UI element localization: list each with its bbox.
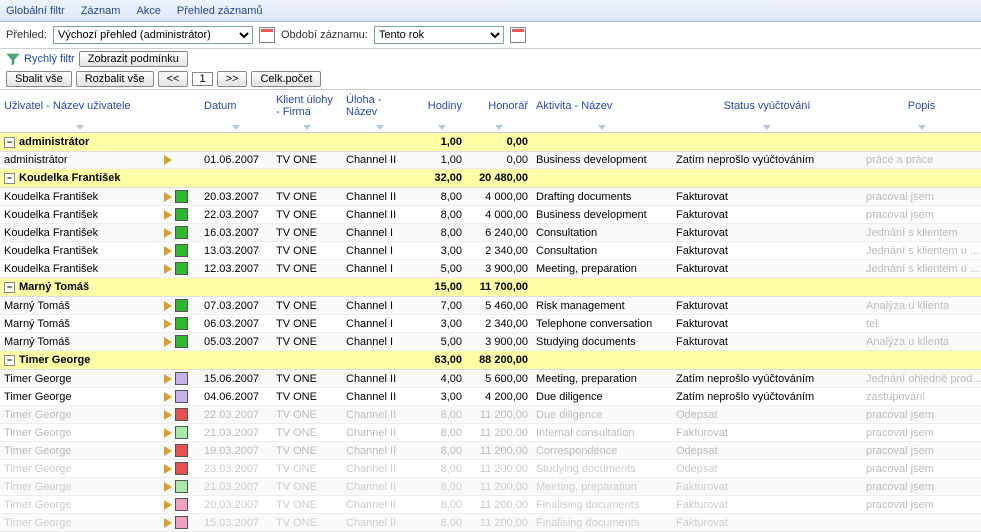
table-row[interactable]: Timer George 21.03.2007 TV ONE Channel I…: [0, 424, 981, 442]
menubar: Globální filtr Záznam Akce Přehled zázna…: [0, 0, 981, 22]
status-square-icon: [175, 498, 188, 511]
arrow-icon: [164, 518, 172, 528]
table-row[interactable]: Marný Tomáš 05.03.2007 TV ONE Channel I …: [0, 333, 981, 351]
arrow-icon: [164, 319, 172, 329]
menu-item[interactable]: Akce: [136, 5, 160, 17]
arrow-icon: [164, 446, 172, 456]
status-square-icon: [175, 462, 188, 475]
total-count-button[interactable]: Celk.počet: [251, 71, 321, 87]
collapse-icon[interactable]: −: [4, 173, 15, 184]
arrow-icon: [164, 301, 172, 311]
status-square-icon: [175, 262, 188, 275]
arrow-icon: [164, 374, 172, 384]
config-icon[interactable]: [259, 27, 275, 43]
status-square-icon: [175, 208, 188, 221]
toolbar-view: Přehled: Výchozí přehled (administrátor)…: [0, 22, 981, 49]
col-icons[interactable]: [160, 90, 200, 133]
records-table: Uživatel - Název uživatele Datum Klient …: [0, 90, 981, 532]
status-square-icon: [175, 372, 188, 385]
page-number: 1: [192, 72, 212, 86]
col-user[interactable]: Uživatel - Název uživatele: [0, 90, 160, 133]
status-square-icon: [175, 480, 188, 493]
status-square-icon: [175, 335, 188, 348]
group-row[interactable]: −Koudelka František32,0020 480,00: [0, 169, 981, 188]
status-square-icon: [175, 408, 188, 421]
table-row[interactable]: Marný Tomáš 06.03.2007 TV ONE Channel I …: [0, 315, 981, 333]
table-row[interactable]: Marný Tomáš 07.03.2007 TV ONE Channel I …: [0, 297, 981, 315]
group-row[interactable]: −Marný Tomáš15,0011 700,00: [0, 278, 981, 297]
col-activity[interactable]: Aktivita - Název: [532, 90, 672, 133]
table-row[interactable]: administrátor 01.06.2007 TV ONE Channel …: [0, 152, 981, 169]
collapse-all-button[interactable]: Sbalit vše: [6, 71, 72, 87]
status-square-icon: [175, 426, 188, 439]
table-row[interactable]: Timer George 20.03.2007 TV ONE Channel I…: [0, 496, 981, 514]
status-square-icon: [175, 244, 188, 257]
table-row[interactable]: Timer George 04.06.2007 TV ONE Channel I…: [0, 388, 981, 406]
prehled-label: Přehled:: [6, 29, 47, 41]
table-row[interactable]: Koudelka František 16.03.2007 TV ONE Cha…: [0, 224, 981, 242]
funnel-icon: [6, 52, 20, 66]
calendar-icon[interactable]: [510, 27, 526, 43]
table-row[interactable]: Timer George 22.03.2007 TV ONE Channel I…: [0, 406, 981, 424]
collapse-icon[interactable]: −: [4, 137, 15, 148]
table-row[interactable]: Koudelka František 12.03.2007 TV ONE Cha…: [0, 260, 981, 278]
menu-item[interactable]: Přehled záznamů: [177, 5, 263, 17]
menu-item[interactable]: Globální filtr: [6, 5, 65, 17]
col-status[interactable]: Status vyúčtování: [672, 90, 862, 133]
table-row[interactable]: Koudelka František 13.03.2007 TV ONE Cha…: [0, 242, 981, 260]
table-row[interactable]: Koudelka František 22.03.2007 TV ONE Cha…: [0, 206, 981, 224]
toolbar-paging: Sbalit vše Rozbalit vše << 1 >> Celk.poč…: [0, 69, 981, 90]
col-date[interactable]: Datum: [200, 90, 272, 133]
table-row[interactable]: Timer George 21.03.2007 TV ONE Channel I…: [0, 478, 981, 496]
status-square-icon: [175, 299, 188, 312]
table-row[interactable]: Timer George 19.03.2007 TV ONE Channel I…: [0, 442, 981, 460]
arrow-icon: [164, 392, 172, 402]
arrow-icon: [164, 264, 172, 274]
arrow-icon: [164, 337, 172, 347]
collapse-icon[interactable]: −: [4, 355, 15, 366]
table-row[interactable]: Koudelka František 20.03.2007 TV ONE Cha…: [0, 188, 981, 206]
group-row[interactable]: −administrátor1,000,00: [0, 133, 981, 152]
status-square-icon: [175, 516, 188, 529]
arrow-icon: [164, 192, 172, 202]
status-square-icon: [175, 444, 188, 457]
table-row[interactable]: Timer George 15.06.2007 TV ONE Channel I…: [0, 370, 981, 388]
col-client[interactable]: Klient úlohy - Firma: [272, 90, 342, 133]
show-condition-button[interactable]: Zobrazit podmínku: [79, 51, 188, 67]
status-square-icon: [175, 226, 188, 239]
arrow-icon: [164, 410, 172, 420]
status-square-icon: [175, 190, 188, 203]
obdobi-select[interactable]: Tento rok: [374, 26, 504, 44]
arrow-icon: [164, 246, 172, 256]
prev-page-button[interactable]: <<: [158, 71, 189, 87]
toolbar-filter: Rychlý filtr Zobrazit podmínku: [0, 49, 981, 69]
arrow-icon: [164, 500, 172, 510]
col-hours[interactable]: Hodiny: [418, 90, 466, 133]
arrow-icon: [164, 482, 172, 492]
table-row[interactable]: Timer George 15.03.2007 TV ONE Channel I…: [0, 514, 981, 532]
arrow-icon: [164, 428, 172, 438]
arrow-icon: [164, 464, 172, 474]
quick-filter-link[interactable]: Rychlý filtr: [24, 53, 75, 65]
collapse-icon[interactable]: −: [4, 282, 15, 293]
prehled-select[interactable]: Výchozí přehled (administrátor): [53, 26, 253, 44]
expand-all-button[interactable]: Rozbalit vše: [76, 71, 154, 87]
status-square-icon: [175, 317, 188, 330]
arrow-icon: [164, 210, 172, 220]
status-square-icon: [175, 390, 188, 403]
table-row[interactable]: Timer George 23.03.2007 TV ONE Channel I…: [0, 460, 981, 478]
col-task[interactable]: Úloha - Název: [342, 90, 418, 133]
menu-item[interactable]: Záznam: [81, 5, 121, 17]
group-row[interactable]: −Timer George63,0088 200,00: [0, 351, 981, 370]
arrow-icon: [164, 228, 172, 238]
obdobi-label: Období záznamu:: [281, 29, 368, 41]
next-page-button[interactable]: >>: [217, 71, 248, 87]
col-fee[interactable]: Honorář: [466, 90, 532, 133]
col-desc[interactable]: Popis: [862, 90, 981, 133]
arrow-icon: [164, 155, 172, 165]
